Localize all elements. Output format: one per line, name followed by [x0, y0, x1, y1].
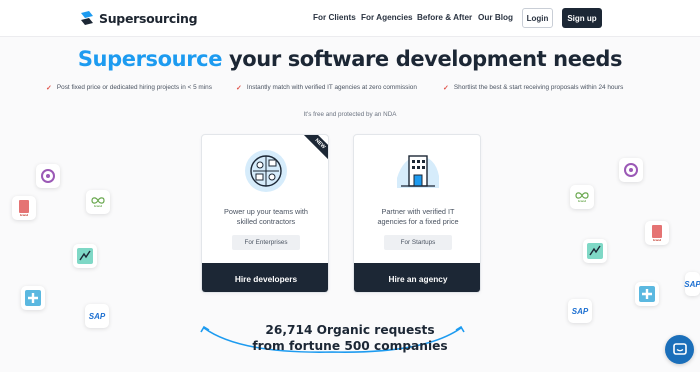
card-description-line-1: Partner with verified IT: [381, 207, 455, 216]
brand-logo-plus: [21, 286, 45, 310]
hire-developers-button[interactable]: Hire developers: [202, 263, 328, 292]
circle-a-icon: [624, 163, 638, 177]
circle-a-icon: [41, 169, 55, 183]
brand-caption: brand: [93, 203, 103, 208]
nav-link-our-blog[interactable]: Our Blog: [478, 13, 513, 22]
chart-square-icon: [587, 243, 603, 259]
chart-square-icon: [77, 248, 93, 264]
card-description-line-1: Power up your teams with: [224, 207, 308, 216]
brand-caption: brand: [577, 198, 587, 203]
infinity-icon: [575, 191, 589, 199]
book-icon: [652, 224, 662, 238]
brand-logo-infinity: brand: [570, 185, 594, 209]
benefit-text-2: Instantly match with verified IT agencie…: [246, 84, 417, 91]
brand-logo-sap: SAP: [568, 299, 592, 323]
brand-logo-book: brand: [12, 196, 36, 220]
brand-caption: brand: [652, 237, 662, 242]
brand-logo-book: brand: [645, 221, 669, 245]
brand-logo-plus: [635, 282, 659, 306]
audience-tag: For Enterprises: [232, 235, 300, 250]
nav-link-before-after[interactable]: Before & After: [417, 13, 472, 22]
chat-widget-button[interactable]: [665, 335, 694, 364]
plus-square-icon: [639, 286, 655, 302]
benefit-item-2: ✓ Instantly match with verified IT agenc…: [236, 82, 417, 93]
benefit-text-1: Post fixed price or dedicated hiring pro…: [56, 84, 212, 91]
headline-accent: Supersource: [77, 47, 223, 71]
card-description: Power up your teams with skilled contrac…: [210, 207, 322, 227]
nav-link-for-agencies[interactable]: For Agencies: [361, 13, 413, 22]
sap-logo-text: SAP: [684, 279, 700, 289]
headline-rest: your software development needs: [222, 47, 623, 71]
card-startups[interactable]: Partner with verified IT agencies for a …: [353, 134, 481, 293]
hire-agency-button[interactable]: Hire an agency: [354, 263, 480, 292]
card-description: Partner with verified IT agencies for a …: [362, 207, 474, 227]
supersourcing-logo-icon: [81, 11, 93, 25]
infinity-icon: [91, 196, 105, 204]
brand-logo-sap-partial: SAP: [684, 272, 700, 296]
new-ribbon: NEW: [299, 135, 328, 165]
login-button[interactable]: Login: [522, 8, 553, 28]
check-icon: ✓: [236, 84, 242, 92]
page-headline: Supersource your software development ne…: [0, 47, 700, 71]
brand-logo-infinity: brand: [86, 190, 110, 214]
chat-bubble-icon: [672, 342, 687, 355]
card-description-line-2: skilled contractors: [236, 217, 296, 226]
audience-tag: For Startups: [384, 235, 452, 250]
sap-logo-text: SAP: [571, 306, 589, 316]
brand-logo-chart: [583, 239, 607, 263]
brand-logo-chart: [73, 244, 97, 268]
sap-logo-text: SAP: [88, 311, 106, 321]
benefit-item-3: ✓ Shortlist the best & start receiving p…: [443, 82, 623, 93]
brand-logo-sap: SAP: [85, 304, 109, 328]
top-navbar: Supersourcing For Clients For Agencies B…: [0, 0, 700, 37]
plus-square-icon: [25, 290, 41, 306]
card-enterprises[interactable]: NEW Power up your teams with skilled con…: [201, 134, 329, 293]
brand-logo-circle: [619, 158, 643, 182]
nda-note: It's free and protected by an NDA: [303, 111, 397, 118]
brand-logo-circle: [36, 164, 60, 188]
check-icon: ✓: [46, 84, 52, 92]
benefit-item-1: ✓ Post fixed price or dedicated hiring p…: [46, 82, 212, 93]
check-icon: ✓: [443, 84, 449, 92]
card-description-line-2: agencies for a fixed price: [377, 217, 459, 226]
book-icon: [19, 199, 29, 213]
benefit-text-3: Shortlist the best & start receiving pro…: [453, 84, 624, 91]
brand-logo[interactable]: Supersourcing: [80, 9, 198, 27]
team-illustration-icon: [245, 150, 287, 192]
stats-line-2: from fortune 500 companies: [252, 339, 448, 353]
brand-name: Supersourcing: [99, 10, 198, 26]
signup-button[interactable]: Sign up: [562, 8, 602, 28]
brand-caption: brand: [19, 212, 29, 217]
building-illustration-icon: [397, 155, 439, 188]
nav-link-for-clients[interactable]: For Clients: [313, 13, 356, 22]
